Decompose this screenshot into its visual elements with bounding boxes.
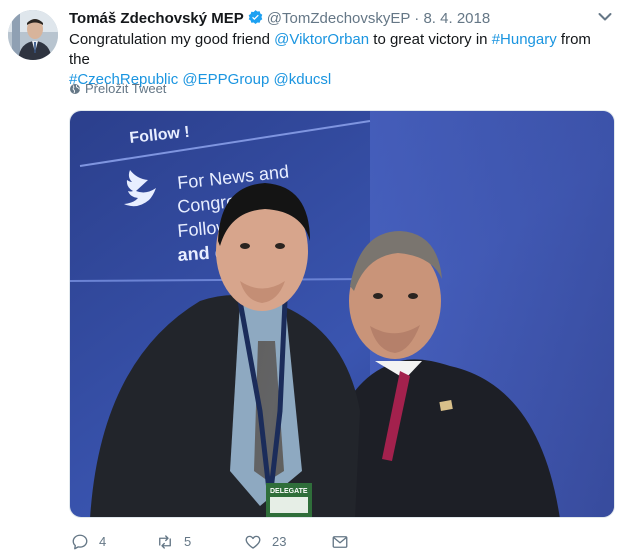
- like-count: 23: [272, 534, 287, 549]
- translate-label: Přeložit Tweet: [85, 81, 167, 96]
- tweet-text-segment: to great victory in: [369, 31, 492, 48]
- like-icon: [245, 535, 261, 549]
- avatar[interactable]: [8, 10, 58, 60]
- globe-icon: [70, 84, 80, 94]
- header-separator: ·: [414, 10, 420, 27]
- tweet-header: Tomáš Zdechovský MEP @TomZdechovskyEP · 8…: [69, 9, 582, 29]
- tweet-text-segment: Congratulation my good friend: [69, 31, 275, 48]
- author-name[interactable]: Tomáš Zdechovský MEP: [69, 10, 244, 27]
- delegate-badge-text: DELEGATE: [270, 488, 308, 495]
- retweet-icon: [159, 535, 171, 549]
- mention-link[interactable]: @ViktorOrban: [274, 31, 369, 48]
- like-button[interactable]: 23: [244, 531, 286, 553]
- author-handle[interactable]: @TomZdechovskyEP: [267, 10, 410, 27]
- hashtag-link[interactable]: #Hungary: [492, 31, 557, 48]
- retweet-button[interactable]: 5: [156, 531, 191, 553]
- tweet-actions: 4 5 23: [69, 531, 589, 553]
- caret-down-icon[interactable]: [598, 12, 612, 22]
- verified-badge-icon: [247, 9, 264, 26]
- translate-tweet-button[interactable]: Přeložit Tweet: [69, 80, 166, 98]
- direct-message-button[interactable]: [331, 531, 349, 553]
- mention-link[interactable]: @kducsl: [274, 71, 332, 88]
- retweet-count: 5: [184, 534, 192, 549]
- reply-button[interactable]: 4: [71, 531, 106, 553]
- mention-link[interactable]: @EPPGroup: [182, 71, 269, 88]
- tweet-photo[interactable]: Follow ! For News and Congress up Follow…: [69, 110, 615, 518]
- reply-count: 4: [99, 534, 107, 549]
- tweet-date[interactable]: 8. 4. 2018: [423, 10, 490, 27]
- reply-icon: [72, 534, 88, 550]
- message-icon: [332, 536, 348, 548]
